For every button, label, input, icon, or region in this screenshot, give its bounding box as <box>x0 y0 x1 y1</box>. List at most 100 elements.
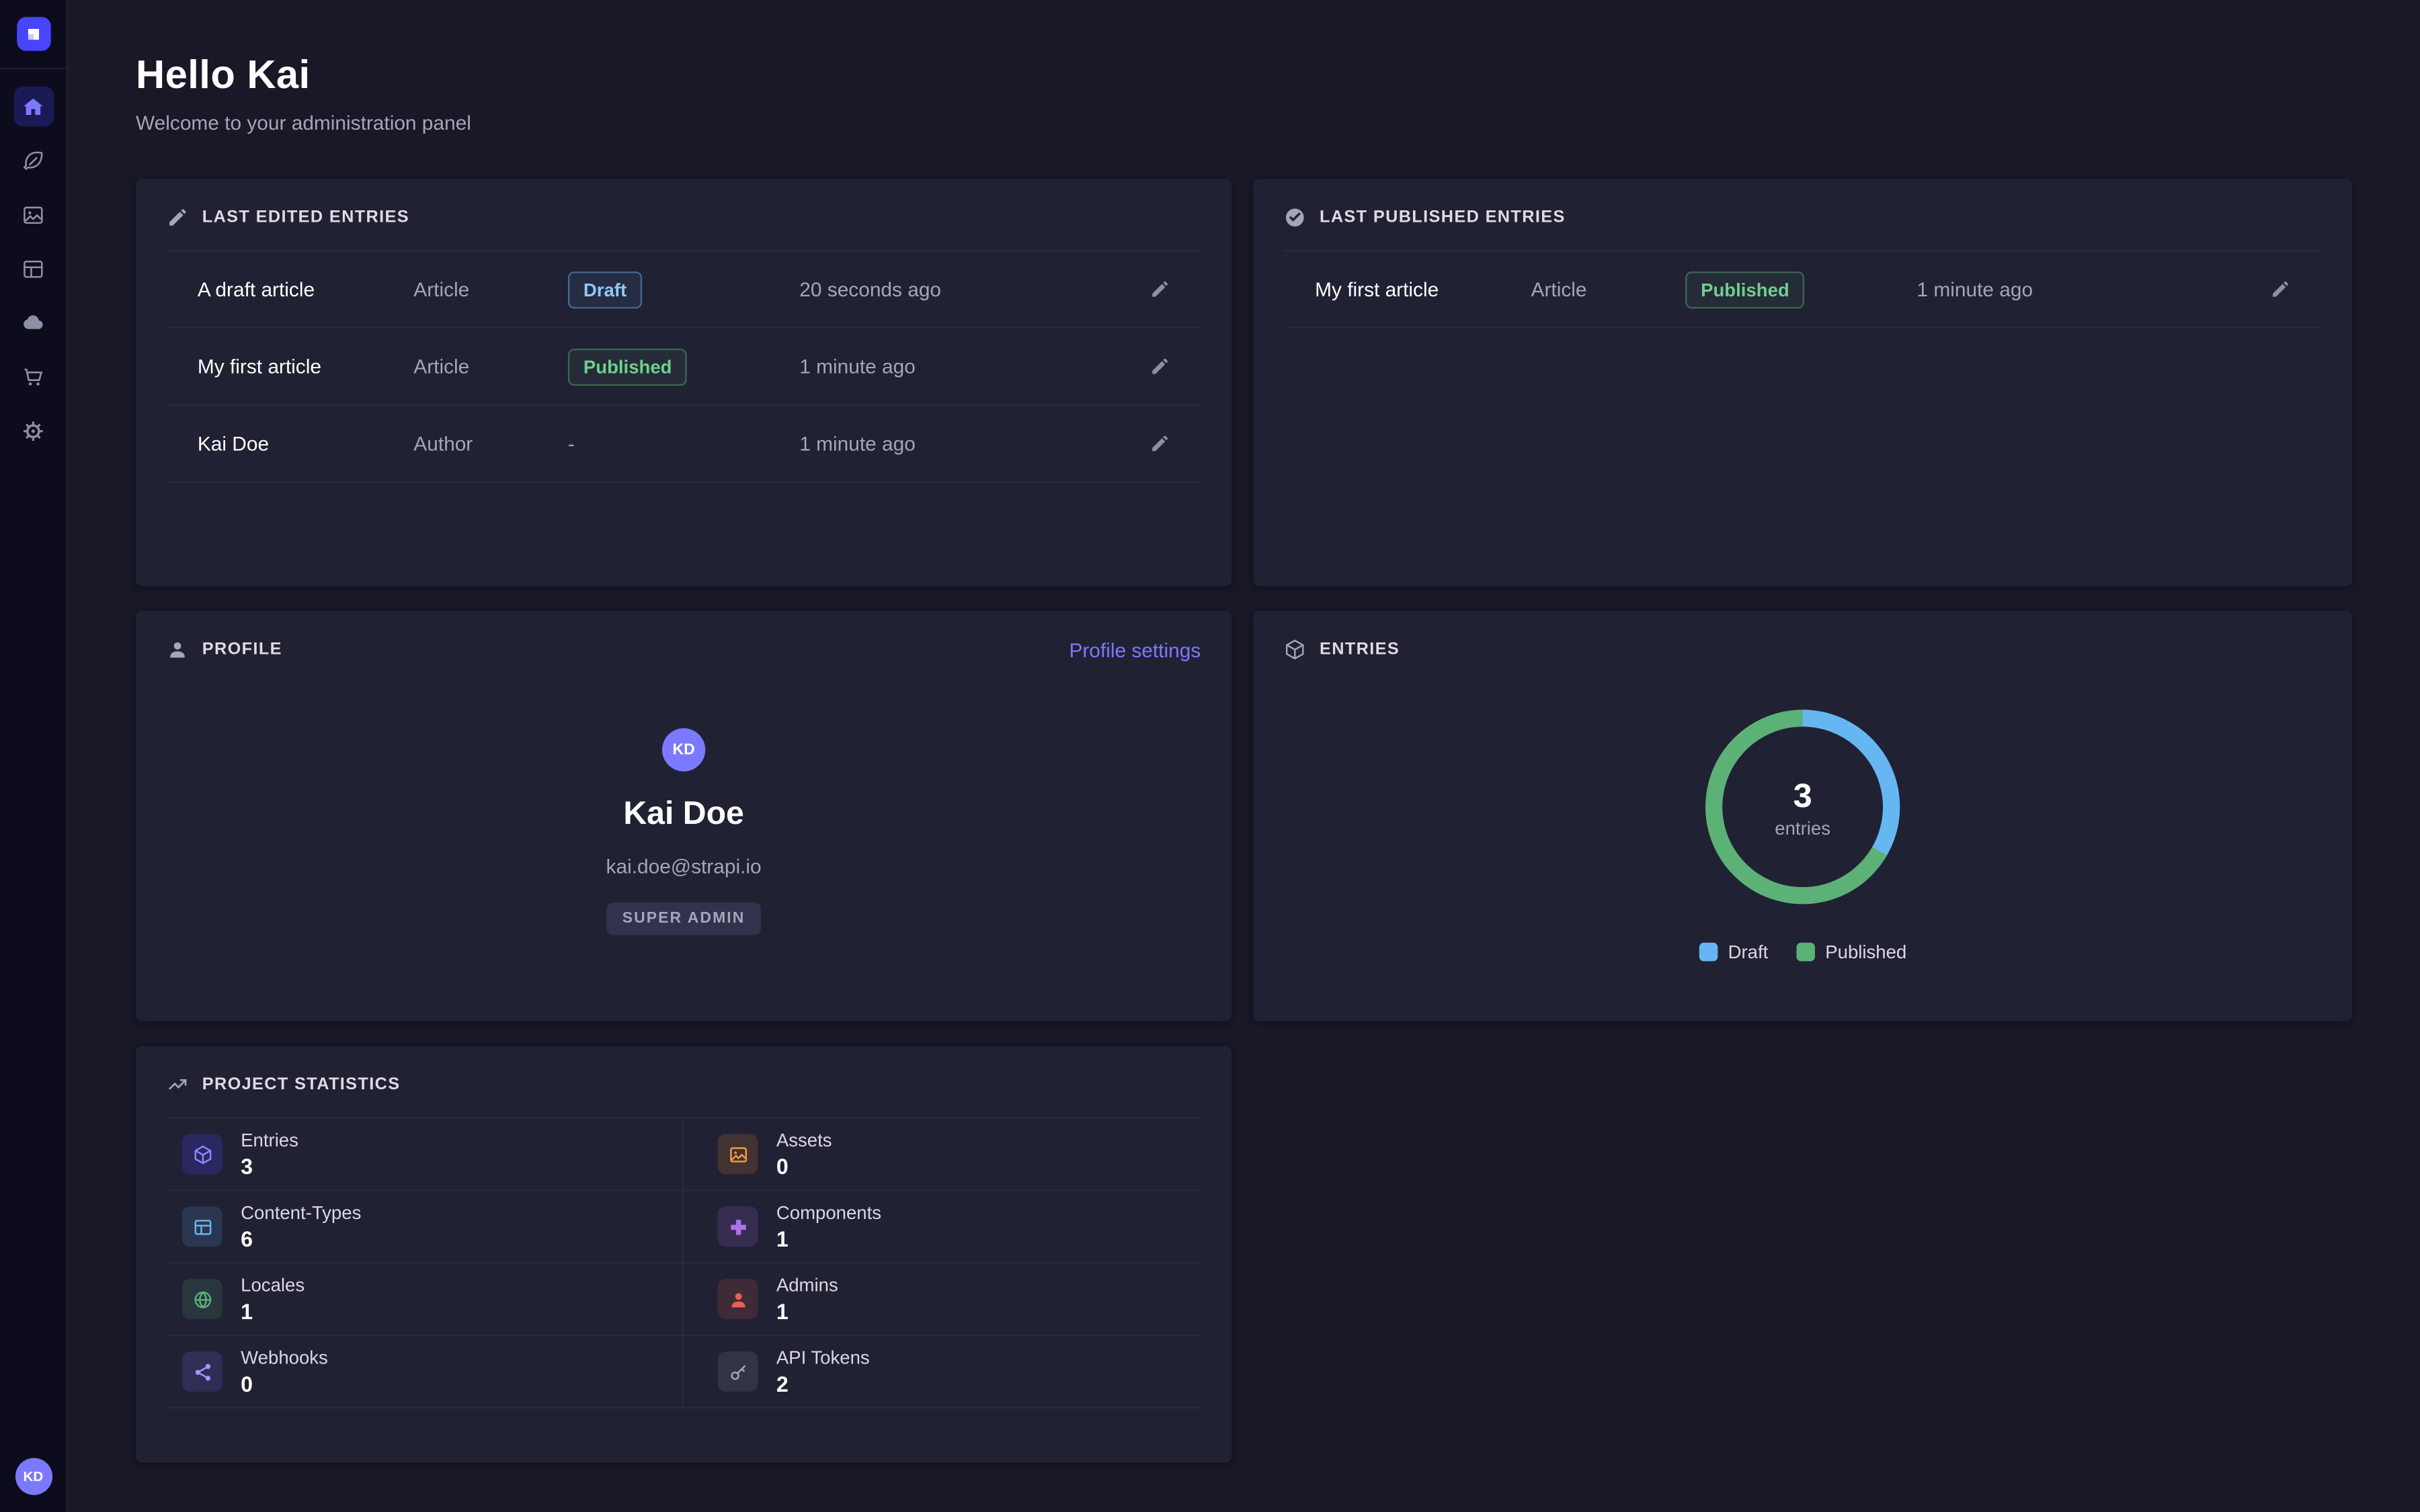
table-row: My first article Article Published 1 min… <box>167 329 1201 406</box>
status-badge: Published <box>568 348 688 385</box>
entry-time: 1 minute ago <box>799 355 1129 378</box>
sidebar-item-home[interactable] <box>13 87 54 127</box>
card-header: ENTRIES <box>1253 611 2352 679</box>
page-header: Hello Kai Welcome to your administration… <box>136 0 2352 134</box>
stat-value: 1 <box>241 1299 305 1324</box>
content-type-builder-icon <box>22 257 44 280</box>
edit-entry-button[interactable] <box>1130 433 1170 454</box>
card-header: PROFILE <box>136 611 1232 679</box>
donut-center: 3 entries <box>1705 710 1900 904</box>
table-row: Kai Doe Author - 1 minute ago <box>167 406 1201 483</box>
stat-admins: Admins 1 <box>684 1263 1201 1336</box>
page-title: Hello Kai <box>136 51 2352 99</box>
entry-time: 1 minute ago <box>1917 278 2251 300</box>
sidebar-item-cloud[interactable] <box>13 302 54 343</box>
stat-locales: Locales1 <box>167 1263 684 1336</box>
stats-grid: Entries 3 Assets 0 Content-Types6 Componen… <box>167 1117 1201 1409</box>
role-badge: SUPER ADMIN <box>607 902 761 935</box>
entry-name: My first article <box>1315 278 1531 300</box>
entry-type: Article <box>1531 278 1686 300</box>
legend-item-published: Published <box>1796 941 1907 963</box>
workspace-logo-button[interactable] <box>0 0 67 69</box>
card-title: PROJECT STATISTICS <box>202 1075 401 1094</box>
stat-value: 1 <box>776 1299 838 1324</box>
cloud-icon <box>22 311 44 334</box>
card-header: PROJECT STATISTICS <box>136 1046 1232 1114</box>
marketplace-icon <box>22 365 44 388</box>
cube-icon <box>1284 639 1305 661</box>
admins-icon <box>718 1279 758 1319</box>
donut-label: entries <box>1775 817 1830 839</box>
home-icon <box>22 95 44 118</box>
legend-label: Published <box>1825 941 1906 963</box>
pencil-icon <box>1150 433 1170 454</box>
last-edited-table: A draft article Article Draft 20 seconds… <box>167 250 1201 483</box>
chart-legend: Draft Published <box>1699 941 1906 963</box>
stat-api-tokens: API Tokens2 <box>684 1336 1201 1409</box>
sidebar-nav <box>13 87 54 451</box>
entries-icon <box>182 1134 223 1174</box>
edit-entry-button[interactable] <box>1130 356 1170 376</box>
pencil-icon <box>167 207 188 228</box>
donut-value: 3 <box>1793 775 1812 816</box>
entry-type: Article <box>413 355 568 378</box>
entries-card: ENTRIES 3 entries Draft <box>1253 611 2352 1021</box>
entry-name: Kai Doe <box>198 432 413 455</box>
card-title: ENTRIES <box>1320 640 1400 659</box>
edit-entry-button[interactable] <box>1130 280 1170 300</box>
project-statistics-card: PROJECT STATISTICS Entries 3 Assets 0 Cont… <box>136 1046 1232 1463</box>
stat-value: 2 <box>776 1372 870 1396</box>
page-subtitle: Welcome to your administration panel <box>136 111 2352 134</box>
pencil-icon <box>1150 280 1170 300</box>
stat-content-types: Content-Types6 <box>167 1191 684 1263</box>
legend-item-draft: Draft <box>1699 941 1768 963</box>
dashboard-grid: LAST EDITED ENTRIES A draft article Arti… <box>136 179 2352 1462</box>
stat-label: Webhooks <box>241 1347 328 1368</box>
sidebar-item-content-type-builder[interactable] <box>13 249 54 289</box>
stat-value: 6 <box>241 1226 361 1251</box>
profile-email: kai.doe@strapi.io <box>606 855 762 878</box>
stat-webhooks: Webhooks 0 <box>167 1336 684 1409</box>
media-library-icon <box>22 203 44 226</box>
stat-value: 1 <box>776 1226 881 1251</box>
entries-donut: 3 entries <box>1705 710 1900 904</box>
profile-card: PROFILE Profile settings KD Kai Doe kai.… <box>136 611 1232 1021</box>
last-published-table: My first article Article Published 1 min… <box>1284 250 2321 329</box>
sidebar-item-settings[interactable] <box>13 411 54 451</box>
edit-entry-button[interactable] <box>2250 280 2290 300</box>
assets-icon <box>718 1134 758 1174</box>
table-row: My first article Article Published 1 min… <box>1284 251 2321 329</box>
entry-time: 20 seconds ago <box>799 278 1129 300</box>
trending-up-icon <box>167 1074 188 1095</box>
stat-value: 0 <box>241 1372 328 1396</box>
admin-dashboard: KD Hello Kai Welcome to your administrat… <box>0 0 2420 1512</box>
entry-name: A draft article <box>198 278 413 300</box>
strapi-logo <box>16 17 50 51</box>
card-header: LAST EDITED ENTRIES <box>136 179 1232 247</box>
status-empty: - <box>568 432 799 455</box>
sidebar-item-marketplace[interactable] <box>13 356 54 396</box>
stat-label: Components <box>776 1202 881 1224</box>
draft-swatch <box>1699 943 1718 962</box>
profile-body: KD Kai Doe kai.doe@strapi.io SUPER ADMIN <box>136 679 1232 935</box>
stat-label: Admins <box>776 1274 838 1296</box>
card-header: LAST PUBLISHED ENTRIES <box>1253 179 2352 247</box>
check-circle-icon <box>1284 207 1305 228</box>
sidebar-user-avatar[interactable]: KD <box>15 1458 52 1495</box>
sidebar-item-content-manager[interactable] <box>13 140 54 181</box>
status-badge: Published <box>1685 271 1805 308</box>
stat-label: Entries <box>241 1130 298 1151</box>
pencil-icon <box>2270 280 2290 300</box>
strapi-logo-icon <box>23 24 43 44</box>
sidebar-item-media-library[interactable] <box>13 194 54 235</box>
status-badge: Draft <box>568 271 642 308</box>
stat-components: Components1 <box>684 1191 1201 1263</box>
stat-value: 3 <box>241 1154 298 1179</box>
legend-label: Draft <box>1728 941 1769 963</box>
profile-settings-link[interactable]: Profile settings <box>1069 639 1201 662</box>
content-types-icon <box>182 1206 223 1247</box>
sidebar: KD <box>0 0 68 1512</box>
avatar: KD <box>662 728 705 771</box>
profile-name: Kai Doe <box>623 796 744 833</box>
stat-label: Assets <box>776 1130 832 1151</box>
